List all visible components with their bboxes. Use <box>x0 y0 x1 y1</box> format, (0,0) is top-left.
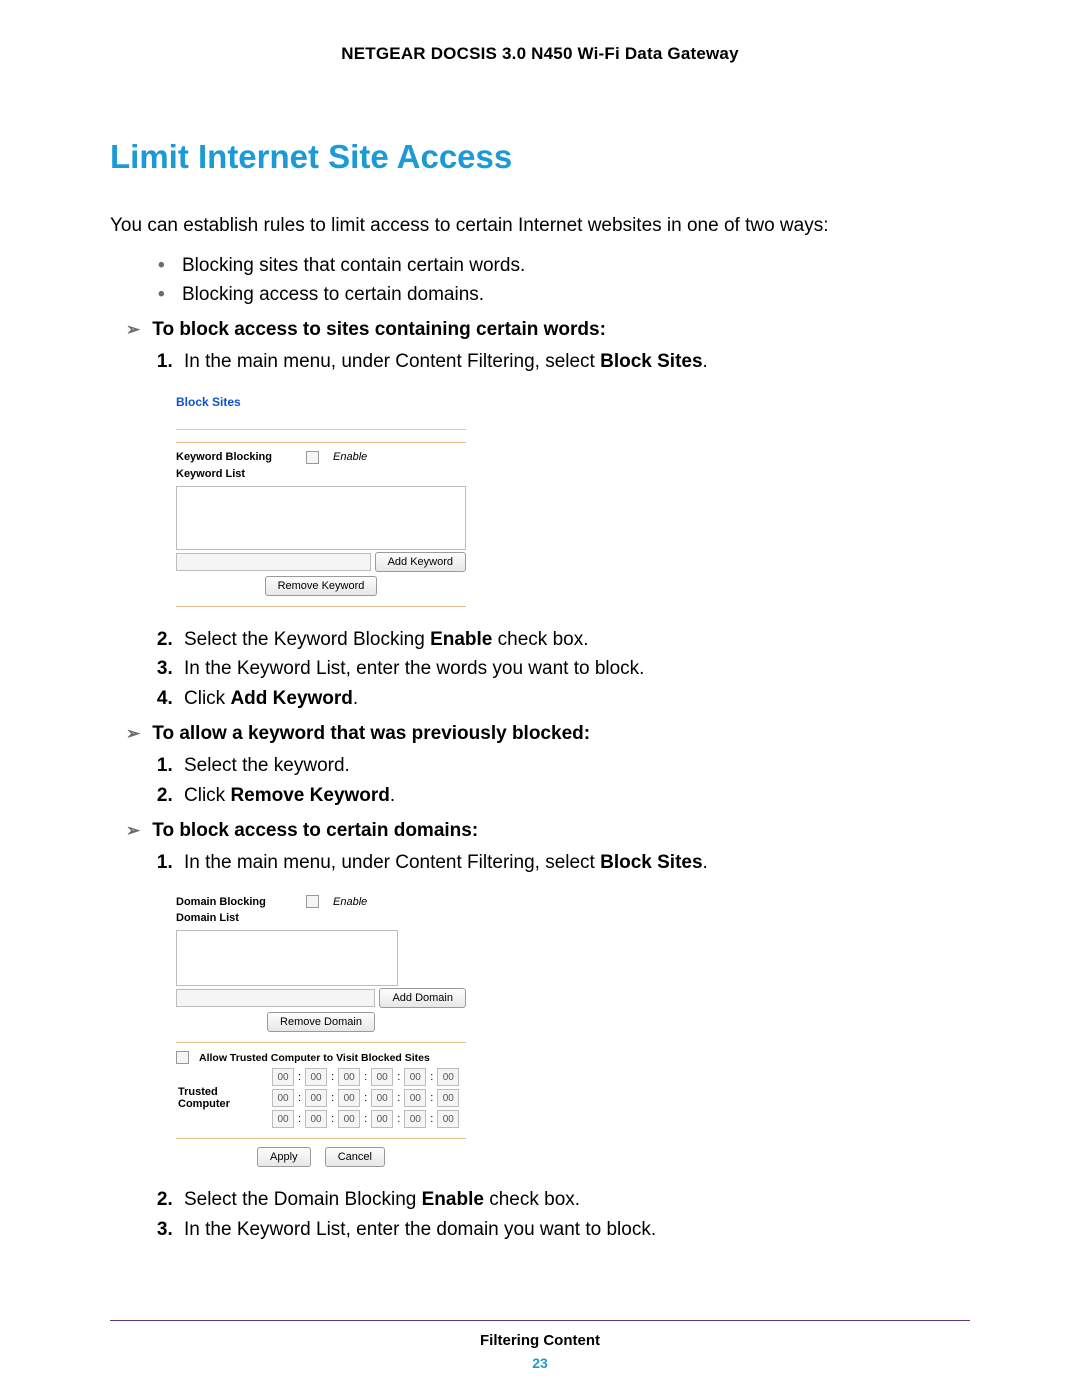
step: Click Remove Keyword. <box>178 781 970 810</box>
procedure-steps: In the main menu, under Content Filterin… <box>158 347 970 376</box>
mac-row: : : : : : <box>176 1110 461 1128</box>
mac-octet[interactable] <box>371 1068 393 1086</box>
domain-list-box[interactable] <box>176 930 398 986</box>
mac-octet[interactable] <box>305 1089 327 1107</box>
page-heading: Limit Internet Site Access <box>110 138 970 176</box>
step: In the Keyword List, enter the words you… <box>178 654 970 683</box>
mac-row: Trusted Computer : : : : : <box>176 1086 461 1110</box>
mac-octet[interactable] <box>437 1068 459 1086</box>
procedure-heading: ➢ To block access to certain domains: <box>126 820 970 842</box>
procedure-title: To block access to sites containing cert… <box>152 319 606 340</box>
allow-trusted-label: Allow Trusted Computer to Visit Blocked … <box>199 1052 430 1064</box>
mac-octet[interactable] <box>404 1089 426 1107</box>
keyword-list-label: Keyword List <box>176 468 466 480</box>
method-item: Blocking access to certain domains. <box>158 280 970 309</box>
mac-octet[interactable] <box>272 1110 294 1128</box>
mac-octet[interactable] <box>437 1110 459 1128</box>
trusted-computer-grid: : : : : : Trusted Computer : : : : : : : <box>176 1068 461 1128</box>
domain-input[interactable] <box>176 989 375 1007</box>
step: In the main menu, under Content Filterin… <box>178 347 970 376</box>
step: Select the Domain Blocking Enable check … <box>178 1185 970 1214</box>
add-keyword-button[interactable]: Add Keyword <box>375 552 466 572</box>
domain-blocking-checkbox[interactable] <box>306 895 319 908</box>
mac-octet[interactable] <box>338 1068 360 1086</box>
method-list: Blocking sites that contain certain word… <box>158 251 970 310</box>
procedure-steps-cont: Select the Domain Blocking Enable check … <box>158 1185 970 1244</box>
step: Click Add Keyword. <box>178 684 970 713</box>
step: Select the keyword. <box>178 751 970 780</box>
procedure-heading: ➢ To allow a keyword that was previously … <box>126 723 970 745</box>
enable-label: Enable <box>333 896 367 908</box>
mac-octet[interactable] <box>338 1089 360 1107</box>
block-sites-panel: Block Sites Keyword Blocking Enable Keyw… <box>176 395 466 607</box>
remove-keyword-button[interactable]: Remove Keyword <box>265 576 378 596</box>
procedure-title: To allow a keyword that was previously b… <box>152 723 590 744</box>
mac-octet[interactable] <box>437 1089 459 1107</box>
method-item: Blocking sites that contain certain word… <box>158 251 970 280</box>
domain-list-label: Domain List <box>176 912 466 924</box>
mac-octet[interactable] <box>305 1068 327 1086</box>
procedure-steps: Select the keyword. Click Remove Keyword… <box>158 751 970 810</box>
allow-trusted-checkbox[interactable] <box>176 1051 189 1064</box>
domain-blocking-panel: Domain Blocking Enable Domain List Add D… <box>176 895 466 1167</box>
keyword-blocking-label: Keyword Blocking <box>176 451 296 463</box>
footer-rule <box>110 1320 970 1321</box>
panel-title: Block Sites <box>176 395 466 409</box>
doc-header-title: NETGEAR DOCSIS 3.0 N450 Wi-Fi Data Gatew… <box>110 44 970 64</box>
arrow-icon: ➢ <box>126 724 140 743</box>
footer-page-number: 23 <box>0 1355 1080 1371</box>
step: In the Keyword List, enter the domain yo… <box>178 1215 970 1244</box>
step: Select the Keyword Blocking Enable check… <box>178 625 970 654</box>
step: In the main menu, under Content Filterin… <box>178 848 970 877</box>
mac-octet[interactable] <box>338 1110 360 1128</box>
procedure-title: To block access to certain domains: <box>152 820 478 841</box>
keyword-blocking-checkbox[interactable] <box>306 451 319 464</box>
footer-chapter: Filtering Content <box>0 1332 1080 1349</box>
mac-octet[interactable] <box>371 1089 393 1107</box>
mac-octet[interactable] <box>272 1089 294 1107</box>
procedure-heading: ➢ To block access to sites containing cer… <box>126 319 970 341</box>
intro-text: You can establish rules to limit access … <box>110 212 970 241</box>
mac-row: : : : : : <box>176 1068 461 1086</box>
keyword-input[interactable] <box>176 553 371 571</box>
apply-button[interactable]: Apply <box>257 1147 311 1167</box>
arrow-icon: ➢ <box>126 821 140 840</box>
mac-octet[interactable] <box>404 1110 426 1128</box>
mac-octet[interactable] <box>371 1110 393 1128</box>
cancel-button[interactable]: Cancel <box>325 1147 385 1167</box>
mac-octet[interactable] <box>404 1068 426 1086</box>
arrow-icon: ➢ <box>126 320 140 339</box>
procedure-steps: In the main menu, under Content Filterin… <box>158 848 970 877</box>
trusted-computer-label: Trusted Computer <box>176 1086 270 1110</box>
mac-octet[interactable] <box>305 1110 327 1128</box>
remove-domain-button[interactable]: Remove Domain <box>267 1012 375 1032</box>
add-domain-button[interactable]: Add Domain <box>379 988 466 1008</box>
enable-label: Enable <box>333 451 367 463</box>
mac-octet[interactable] <box>272 1068 294 1086</box>
domain-blocking-label: Domain Blocking <box>176 896 296 908</box>
procedure-steps-cont: Select the Keyword Blocking Enable check… <box>158 625 970 713</box>
keyword-list-box[interactable] <box>176 486 466 550</box>
